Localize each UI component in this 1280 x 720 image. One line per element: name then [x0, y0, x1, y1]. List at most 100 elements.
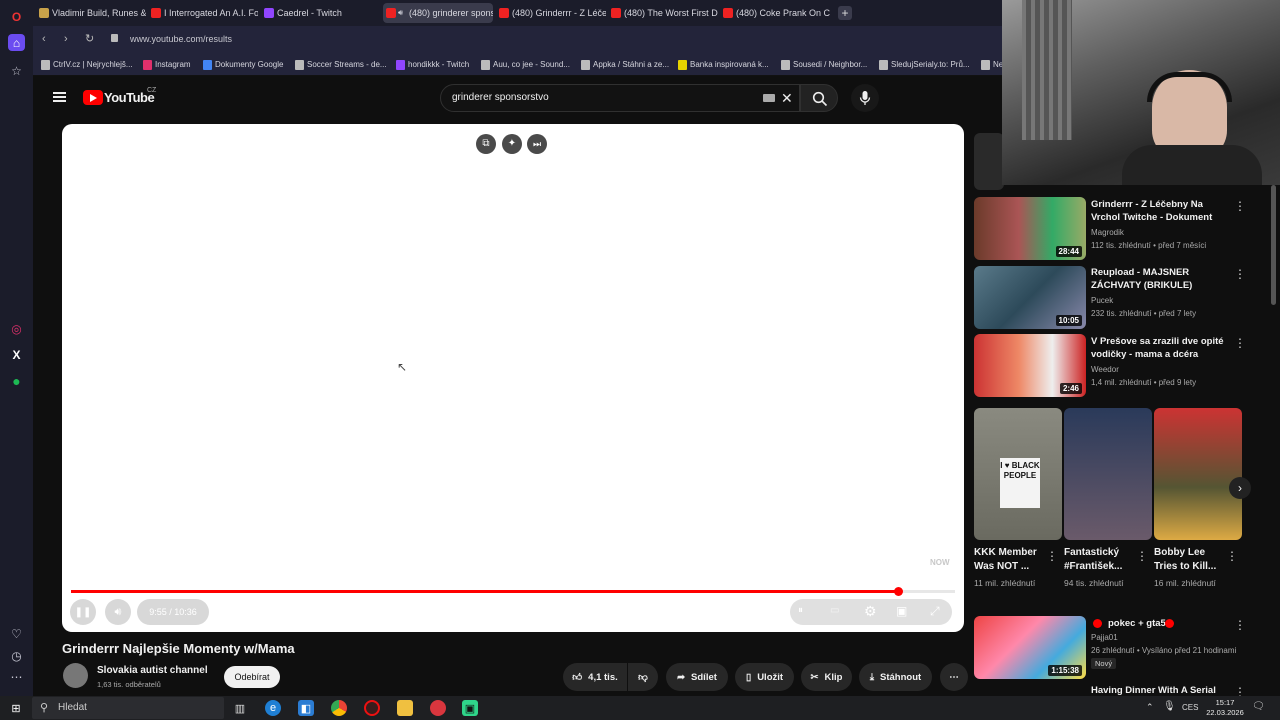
youtube-logo-icon[interactable] [83, 90, 103, 105]
chevron-up-icon[interactable]: ⌃ [1146, 702, 1154, 713]
input-language[interactable]: CES [1182, 703, 1198, 712]
recommendation-thumbnail[interactable]: 28:44 [974, 197, 1086, 260]
autoplay-toggle-icon[interactable]: ⏸︎ [798, 605, 803, 616]
tab-3[interactable]: 🔊︎ (480) grinderer spons [383, 3, 493, 23]
taskbar-search[interactable]: ⚲ Hledat [32, 697, 224, 719]
bookmark-item[interactable]: hondikkk - Twitch [396, 58, 469, 72]
chrome-icon[interactable] [331, 700, 347, 716]
bookmark-item[interactable]: Ne [981, 58, 1003, 72]
bookmark-item[interactable]: Auu, co jee - Sound... [481, 58, 570, 72]
recommendation-title[interactable]: V Prešove sa zrazili dve opité vodičky -… [1091, 335, 1231, 361]
scrollbar-thumb[interactable] [1271, 185, 1276, 305]
recommendation-channel[interactable]: Pajja01 [1091, 632, 1118, 644]
pause-button[interactable]: ❚❚ [70, 599, 96, 625]
short-thumbnail[interactable]: I ♥ BLACK PEOPLE [974, 408, 1062, 540]
channel-avatar[interactable] [63, 663, 88, 688]
tab-0[interactable]: Vladimir Build, Runes & C [36, 3, 146, 23]
download-button[interactable]: ⤓ Stáhnout [859, 663, 932, 691]
tab-5[interactable]: (480) The Worst First Date [608, 3, 718, 23]
speaker-icon[interactable]: 🔊︎ [398, 3, 403, 23]
share-button[interactable]: ➦ Sdílet [666, 663, 728, 691]
settings-gear-icon[interactable]: ⚙ [864, 603, 877, 620]
bookmark-item[interactable]: Soccer Streams - de... [295, 58, 387, 72]
search-box[interactable]: grinderer sponsorstvo ✕ [440, 84, 800, 112]
magic-icon[interactable]: ✦ [502, 134, 522, 154]
recommendation-channel[interactable]: Pucek [1091, 295, 1113, 307]
clear-search-icon[interactable]: ✕ [781, 90, 793, 107]
more-vertical-icon[interactable]: ⋮ [1046, 550, 1058, 562]
short-thumbnail[interactable] [1064, 408, 1152, 540]
notification-icon[interactable]: 🗨︎ [1252, 701, 1265, 712]
opera-logo-icon[interactable]: O [8, 8, 25, 25]
more-actions-button[interactable]: ⋯ [940, 663, 968, 691]
save-button[interactable]: ▯ Uložit [735, 663, 794, 691]
recommendation-thumbnail[interactable] [974, 133, 1004, 190]
search-input[interactable]: grinderer sponsorstvo [452, 92, 549, 103]
subtitles-icon[interactable]: ▭ [830, 605, 839, 616]
recommendation-thumbnail[interactable]: 2:46 [974, 334, 1086, 397]
bookmark-item[interactable]: Appka / Stáhni a ze... [581, 58, 669, 72]
more-vertical-icon[interactable]: ⋮ [1226, 550, 1238, 562]
instagram-icon[interactable]: ◎ [8, 320, 25, 337]
bookmark-item[interactable]: Dokumenty Google [203, 58, 283, 72]
clock[interactable]: 15:17 22.03.2026 [1205, 698, 1245, 718]
bookmark-item[interactable]: Banka inspirovaná k... [678, 58, 769, 72]
task-view-icon[interactable]: ▥ [232, 700, 248, 716]
x-twitter-icon[interactable]: X [8, 346, 25, 363]
back-icon[interactable]: ‹ [42, 33, 46, 45]
bookmark-item[interactable]: Instagram [143, 58, 191, 72]
tab-6[interactable]: (480) Coke Prank On Cop [720, 3, 830, 23]
windows-start-icon[interactable]: ⊞ [8, 700, 24, 716]
edge-icon[interactable]: e [265, 700, 281, 716]
theater-mode-icon[interactable]: ▣ [896, 604, 907, 618]
bookmark-item[interactable]: SledujSerialy.to: Prů... [879, 58, 970, 72]
home-icon[interactable]: ⌂ [8, 34, 25, 51]
recommendation-thumbnail[interactable]: 1:15:38 [974, 616, 1086, 679]
tab-4[interactable]: (480) Grinderrr - Z Léčeb [496, 3, 606, 23]
star-icon[interactable]: ☆ [8, 62, 25, 79]
heart-icon[interactable]: ♡ [8, 625, 25, 642]
new-tab-button[interactable]: + [838, 6, 852, 20]
bookmark-item[interactable]: Sousedi / Neighbor... [781, 58, 867, 72]
more-vertical-icon[interactable]: ⋮ [1234, 200, 1246, 212]
recommendation-channel[interactable]: Weedor [1091, 364, 1119, 376]
next-shorts-button[interactable]: › [1229, 477, 1251, 499]
opera-icon[interactable] [364, 700, 380, 716]
more-icon[interactable]: ⋯ [8, 668, 25, 685]
more-vertical-icon[interactable]: ⋮ [1136, 550, 1148, 562]
app-icon[interactable]: ▣ [462, 700, 478, 716]
microphone-icon[interactable]: 🎙︎ [1163, 701, 1176, 712]
voice-search-button[interactable] [851, 84, 879, 112]
reload-icon[interactable]: ↻ [85, 32, 94, 45]
video-player[interactable]: ⧉ ✦ ⏭ ↖ NOW ❚❚ 🔊︎ 9:55 / 10:36 ⏸︎ ▭ ⚙ ▣ … [62, 124, 964, 632]
recommendation-title[interactable]: Grinderrr - Z Léčebny Na Vrchol Twitche … [1091, 198, 1231, 224]
more-vertical-icon[interactable]: ⋮ [1234, 268, 1246, 280]
more-vertical-icon[interactable]: ⋮ [1234, 619, 1246, 631]
search-button[interactable] [800, 84, 838, 112]
recommendation-title[interactable]: Reupload - MAJSNER ZÁCHVATY (BRIKULE) [1091, 266, 1231, 292]
history-icon[interactable]: ◷ [8, 647, 25, 664]
forward-icon[interactable]: › [64, 33, 68, 45]
fullscreen-icon[interactable]: ⤢ [930, 604, 940, 619]
short-title[interactable]: KKK Member Was NOT ... [974, 546, 1044, 574]
progress-track[interactable] [71, 587, 955, 596]
like-button[interactable]: 👍︎ 4,1 tis. [563, 663, 627, 691]
bookmark-item[interactable]: CtrlV.cz | Nejrychlejš... [41, 58, 133, 72]
more-vertical-icon[interactable]: ⋮ [1234, 337, 1246, 349]
app-icon[interactable] [430, 700, 446, 716]
recommendation-channel[interactable]: Magrodik [1091, 227, 1124, 239]
progress-scrubber[interactable] [893, 587, 903, 596]
recommendation-thumbnail[interactable]: 10:05 [974, 266, 1086, 329]
file-explorer-icon[interactable] [397, 700, 413, 716]
store-icon[interactable]: ◧ [298, 700, 314, 716]
skip-icon[interactable]: ⏭ [527, 134, 547, 154]
tab-1[interactable]: I Interrogated An A.I. For [148, 3, 258, 23]
volume-button[interactable]: 🔊︎ [105, 599, 131, 625]
subscribe-button[interactable]: Odebírat [224, 666, 280, 688]
clip-button[interactable]: ✂ Klip [801, 663, 852, 691]
menu-icon[interactable] [53, 90, 66, 104]
spotify-icon[interactable]: ● [8, 372, 25, 389]
tab-2[interactable]: Caedrel - Twitch [261, 3, 371, 23]
url-field[interactable]: www.youtube.com/results [130, 34, 232, 44]
channel-name[interactable]: Slovakia autist channel [97, 665, 208, 676]
